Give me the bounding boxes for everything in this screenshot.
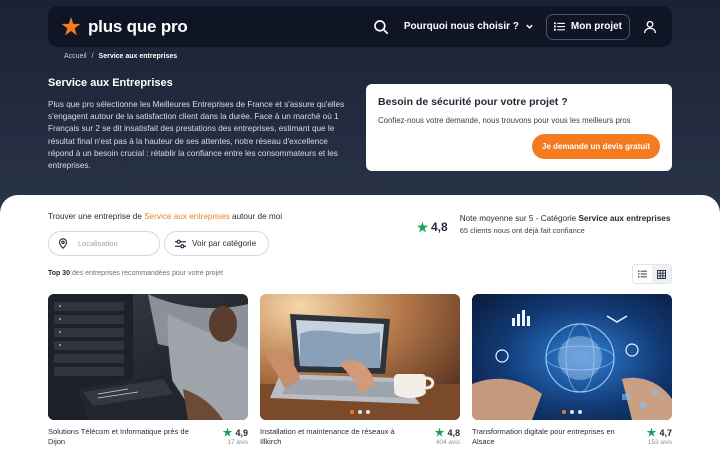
top-companies-caption: Top 30 des entreprises recommandées pour…: [48, 270, 223, 277]
carousel-dots[interactable]: [562, 410, 582, 414]
my-project-label: Mon projet: [570, 21, 622, 32]
card-rating: 4,9: [235, 427, 248, 438]
location-field[interactable]: [48, 231, 160, 256]
quote-cta-card: Besoin de sécurité pour votre projet ? C…: [366, 84, 672, 171]
cta-subtitle: Confiez-nous votre demande, nous trouvon…: [378, 116, 631, 125]
carousel-dot[interactable]: [350, 410, 354, 414]
card-title[interactable]: Transformation digitale pour entreprises…: [472, 427, 622, 446]
browse-by-category-label: Voir par catégorie: [192, 239, 257, 248]
main-content: Trouver une entreprise de Service aux en…: [0, 195, 720, 450]
card-review-count: 17 avis: [227, 439, 248, 446]
filter-sliders-icon: [175, 239, 186, 248]
rating-caption-category: Service aux entreprises: [578, 214, 671, 223]
rating-caption-prefix: Note moyenne sur 5 - Catégorie: [459, 214, 579, 223]
breadcrumb: Accueil / Service aux entreprises: [64, 53, 177, 60]
company-photo-digital-globe[interactable]: [472, 294, 672, 420]
company-card[interactable]: Installation et maintenance de réseaux à…: [260, 294, 460, 446]
carousel-dot[interactable]: [366, 410, 370, 414]
list-view-button[interactable]: [633, 265, 652, 283]
company-card[interactable]: Transformation digitale pour entreprises…: [472, 294, 672, 446]
grid-view-button[interactable]: [652, 265, 671, 283]
category-rating: 4,8 Note moyenne sur 5 - Catégorie Servi…: [416, 214, 670, 235]
location-input[interactable]: [78, 239, 148, 248]
carousel-dot[interactable]: [578, 410, 582, 414]
hero-description: Plus que pro sélectionne les Meilleures …: [48, 100, 345, 171]
card-rating: 4,7: [659, 427, 672, 438]
carousel-dot[interactable]: [562, 410, 566, 414]
search-intro: Trouver une entreprise de Service aux en…: [48, 212, 282, 221]
breadcrumb-current: Service aux entreprises: [98, 53, 178, 60]
breadcrumb-home[interactable]: Accueil: [64, 53, 87, 60]
carousel-dots[interactable]: [350, 410, 370, 414]
top-count: Top 30: [48, 270, 71, 277]
list-icon: [553, 22, 565, 31]
chevron-down-icon: [526, 24, 533, 29]
company-photo-server-rack[interactable]: [48, 294, 248, 420]
digital-globe-illustration: [472, 294, 672, 420]
server-rack-illustration: [48, 294, 248, 420]
client-count-text: 65 clients nous ont déjà fait confiance: [459, 226, 585, 235]
top-caption-rest: des entreprises recommandées pour votre …: [70, 270, 223, 277]
card-title[interactable]: Solutions Télécom et Informatique près d…: [48, 427, 198, 446]
carousel-dot[interactable]: [358, 410, 362, 414]
list-view-icon: [638, 270, 647, 278]
star-logo-icon: [61, 16, 81, 35]
grid-view-icon: [657, 269, 666, 279]
card-title[interactable]: Installation et maintenance de réseaux à…: [260, 427, 410, 446]
search-intro-suffix: autour de moi: [229, 212, 283, 221]
why-choose-us-menu[interactable]: Pourquoi nous choisir ?: [404, 21, 534, 32]
top-navbar: plus que pro Pourquoi nous choisir ? Mon…: [48, 6, 672, 47]
rating-star-icon: [435, 427, 445, 437]
search-icon[interactable]: [372, 18, 390, 36]
carousel-dot[interactable]: [570, 410, 574, 414]
rating-star-icon: [416, 221, 429, 232]
card-review-count: 404 avis: [435, 439, 460, 446]
rating-star-icon: [647, 427, 657, 437]
why-choose-us-label: Pourquoi nous choisir ?: [403, 21, 519, 32]
view-toggle: [632, 264, 672, 284]
card-review-count: 153 avis: [647, 439, 672, 446]
breadcrumb-separator: /: [91, 53, 94, 60]
search-intro-category[interactable]: Service aux entreprises: [144, 212, 230, 221]
request-quote-button[interactable]: Je demande un devis gratuit: [532, 134, 660, 159]
user-icon[interactable]: [642, 19, 658, 35]
browse-by-category-button[interactable]: Voir par catégorie: [164, 231, 269, 256]
logo[interactable]: plus que pro: [60, 16, 188, 38]
my-project-button[interactable]: Mon projet: [545, 13, 630, 40]
search-intro-prefix: Trouver une entreprise de: [48, 212, 145, 221]
laptop-illustration: [260, 294, 460, 420]
company-card[interactable]: Solutions Télécom et Informatique près d…: [48, 294, 248, 446]
average-score: 4,8: [431, 220, 448, 234]
brand-name: plus que pro: [88, 16, 188, 36]
rating-star-icon: [223, 427, 233, 437]
cta-title: Besoin de sécurité pour votre projet ?: [378, 96, 568, 108]
card-rating: 4,8: [447, 427, 460, 438]
page-title: Service aux Entreprises: [48, 77, 173, 89]
company-photo-laptop[interactable]: [260, 294, 460, 420]
rating-caption: Note moyenne sur 5 - Catégorie Service a…: [460, 214, 671, 223]
location-pin-icon: [58, 238, 68, 249]
